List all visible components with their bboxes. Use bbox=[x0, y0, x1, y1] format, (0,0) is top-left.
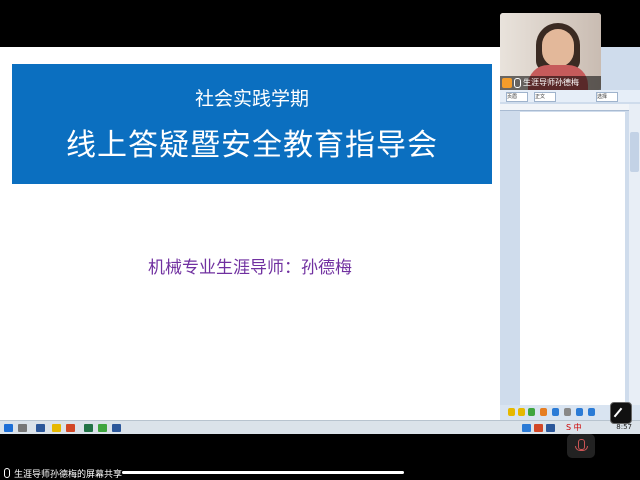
slide-presenter: 机械专业生涯导师：孙德梅 bbox=[148, 258, 352, 278]
taskbar-app-icon[interactable] bbox=[36, 424, 45, 432]
slide-title-line2: 线上答疑暨安全教育指导会 bbox=[66, 128, 438, 163]
slide-title-line1: 社会实践学期 bbox=[194, 88, 309, 110]
participant-name: 生涯导师孙德梅 bbox=[523, 78, 579, 87]
tray-app-icon[interactable] bbox=[534, 424, 543, 432]
slide-title-banner: 社会实践学期 线上答疑暨安全教育指导会 bbox=[12, 64, 492, 184]
document-ruler bbox=[500, 104, 640, 111]
tray-icon[interactable] bbox=[552, 408, 559, 416]
microphone-icon bbox=[514, 78, 521, 88]
tray-icon[interactable] bbox=[576, 408, 583, 416]
tray-icon[interactable] bbox=[564, 408, 571, 416]
tray-app-icon[interactable] bbox=[522, 424, 531, 432]
tray-icon[interactable] bbox=[528, 408, 535, 416]
microphone-icon bbox=[4, 468, 10, 478]
tray-icon[interactable] bbox=[508, 408, 515, 416]
user-icon bbox=[502, 78, 512, 88]
windows-start-icon[interactable] bbox=[4, 424, 13, 432]
taskbar-app-icon[interactable] bbox=[52, 424, 61, 432]
tray-icon[interactable] bbox=[540, 408, 547, 416]
taskbar-app-icon[interactable] bbox=[98, 424, 107, 432]
tray-app-icon[interactable] bbox=[546, 424, 555, 432]
input-method-indicator[interactable]: S 中 bbox=[566, 422, 582, 433]
meeting-footer: 生涯导师孙德梅的屏幕共享 bbox=[0, 402, 640, 480]
system-clock[interactable]: 8:57 bbox=[616, 423, 632, 431]
taskbar-app-icon[interactable] bbox=[84, 424, 93, 432]
screen-share-label: 生涯导师孙德梅的屏幕共享 bbox=[4, 467, 122, 480]
taskbar-app-icon[interactable] bbox=[66, 424, 75, 432]
taskbar-app-icon[interactable] bbox=[18, 424, 27, 432]
view-toggle-icon[interactable] bbox=[610, 402, 632, 424]
document-page bbox=[520, 112, 625, 412]
ribbon-button-header[interactable]: 页眉 bbox=[506, 92, 528, 102]
ribbon-button-select[interactable]: 选择 bbox=[596, 92, 618, 102]
tray-icon[interactable] bbox=[518, 408, 525, 416]
scrollbar-thumb[interactable] bbox=[630, 132, 639, 172]
participant-face bbox=[542, 29, 574, 67]
mute-mic-button[interactable] bbox=[567, 434, 595, 458]
document-ribbon: 页眉 正文 选择 bbox=[500, 90, 640, 102]
windows-taskbar: S 中 8:57 bbox=[0, 420, 640, 435]
screen-share-text: 生涯导师孙德梅的屏幕共享 bbox=[14, 470, 123, 480]
tray-icon[interactable] bbox=[588, 408, 595, 416]
share-progress-bar bbox=[122, 471, 404, 474]
ribbon-button-body[interactable]: 正文 bbox=[534, 92, 556, 102]
document-scrollbar[interactable] bbox=[629, 104, 640, 414]
taskbar-app-icon[interactable] bbox=[112, 424, 121, 432]
participant-label: 生涯导师孙德梅 bbox=[500, 76, 601, 90]
